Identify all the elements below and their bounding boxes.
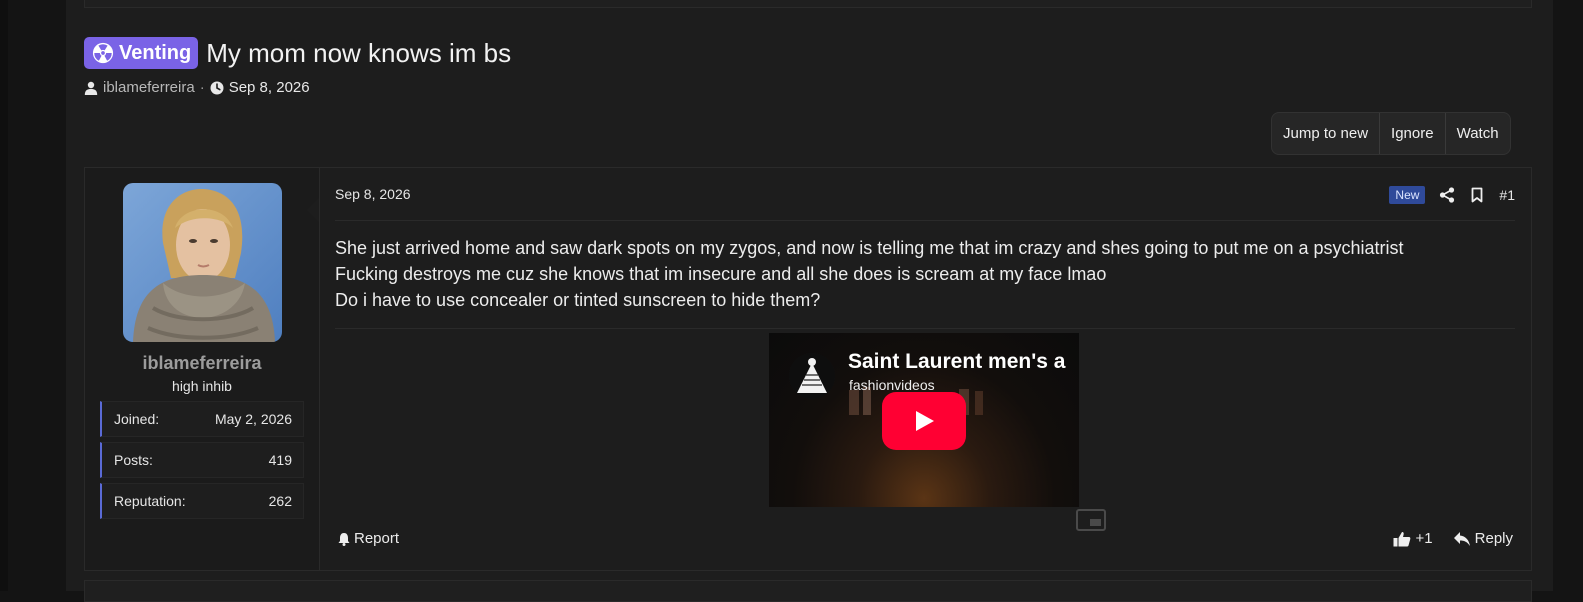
stat-reputation: Reputation: 262 — [100, 483, 304, 519]
post-header-divider — [335, 220, 1515, 221]
play-button[interactable] — [882, 392, 966, 450]
post-line: Do i have to use concealer or tinted sun… — [335, 290, 821, 310]
post-message: iblameferreira high inhib Joined: May 2,… — [84, 167, 1532, 571]
gutter-stripe — [0, 0, 8, 591]
left-gutter — [0, 0, 66, 591]
report-label: Report — [354, 530, 400, 547]
post-date-link[interactable]: Sep 8, 2026 — [335, 186, 411, 202]
meta-separator: · — [199, 79, 205, 96]
reply-button[interactable]: Reply — [1453, 530, 1513, 547]
share-icon[interactable] — [1439, 187, 1455, 203]
stat-joined: Joined: May 2, 2026 — [100, 401, 304, 437]
video-channel[interactable]: fashionvideos — [849, 377, 935, 393]
thread-meta: iblameferreira · Sep 8, 2026 — [84, 79, 310, 96]
previous-block — [84, 0, 1532, 8]
thread-title-row: Venting My mom now knows im bs — [84, 37, 511, 69]
channel-logo-image — [789, 353, 835, 399]
stat-value: 419 — [268, 452, 292, 468]
thread-title: My mom now knows im bs — [206, 37, 512, 68]
new-badge: New — [1389, 186, 1426, 204]
post-footer: Report +1 Reply — [335, 530, 1515, 550]
report-button[interactable]: Report — [337, 530, 399, 547]
thumbs-up-icon — [1393, 531, 1410, 546]
stat-label: Posts: — [114, 452, 153, 468]
post-user-cell: iblameferreira high inhib Joined: May 2,… — [85, 168, 320, 570]
stat-value: May 2, 2026 — [214, 411, 292, 427]
user-stats: Joined: May 2, 2026 Posts: 419 Reputatio… — [100, 401, 304, 524]
like-count: +1 — [1415, 530, 1433, 547]
ignore-button[interactable]: Ignore — [1380, 113, 1446, 154]
stat-label: Reputation: — [114, 493, 186, 509]
prefix-label: Venting — [119, 41, 192, 64]
post-username[interactable]: iblameferreira — [85, 353, 319, 374]
reply-icon — [1453, 531, 1470, 546]
video-title[interactable]: Saint Laurent men's a — [848, 350, 1065, 374]
user-title: high inhib — [172, 378, 232, 394]
stat-value: 262 — [268, 493, 292, 509]
clock-icon — [210, 81, 224, 94]
right-gutter — [1553, 0, 1583, 591]
avatar[interactable] — [123, 183, 282, 342]
post-header: Sep 8, 2026 New #1 — [335, 186, 1515, 206]
play-icon — [916, 411, 934, 431]
thread-author-link[interactable]: iblameferreira — [103, 79, 195, 96]
jump-to-new-button[interactable]: Jump to new — [1272, 113, 1381, 154]
reply-label: Reply — [1474, 530, 1513, 547]
avatar-image — [123, 183, 282, 342]
post-body: She just arrived home and saw dark spots… — [335, 235, 1515, 313]
youtube-embed[interactable]: Saint Laurent men's a fashionvideos — [769, 333, 1079, 507]
watch-button[interactable]: Watch — [1446, 113, 1510, 154]
thread-page: Venting My mom now knows im bs iblamefer… — [66, 0, 1553, 602]
thread-date-link[interactable]: Sep 8, 2026 — [229, 79, 310, 96]
thread-action-buttons: Jump to new Ignore Watch — [1271, 112, 1511, 155]
stat-label: Joined: — [114, 411, 160, 427]
stat-posts: Posts: 419 — [100, 442, 304, 478]
channel-logo[interactable] — [789, 353, 835, 399]
radiation-icon — [92, 42, 114, 64]
bell-icon — [338, 532, 350, 546]
post-number-link[interactable]: #1 — [1499, 187, 1515, 203]
like-button[interactable]: +1 — [1393, 530, 1433, 547]
post-footer-actions: +1 Reply — [1393, 530, 1513, 547]
message-arrow — [307, 198, 319, 222]
pip-icon[interactable] — [1076, 509, 1106, 531]
post-line: Fucking destroys me cuz she knows that i… — [335, 264, 1107, 284]
post-header-actions: New #1 — [1389, 186, 1515, 204]
next-block — [84, 580, 1532, 602]
bookmark-icon[interactable] — [1469, 187, 1485, 203]
thread-prefix-badge[interactable]: Venting — [84, 37, 199, 69]
post-body-divider — [335, 328, 1515, 329]
user-icon — [84, 81, 98, 95]
post-line: She just arrived home and saw dark spots… — [335, 238, 1404, 258]
